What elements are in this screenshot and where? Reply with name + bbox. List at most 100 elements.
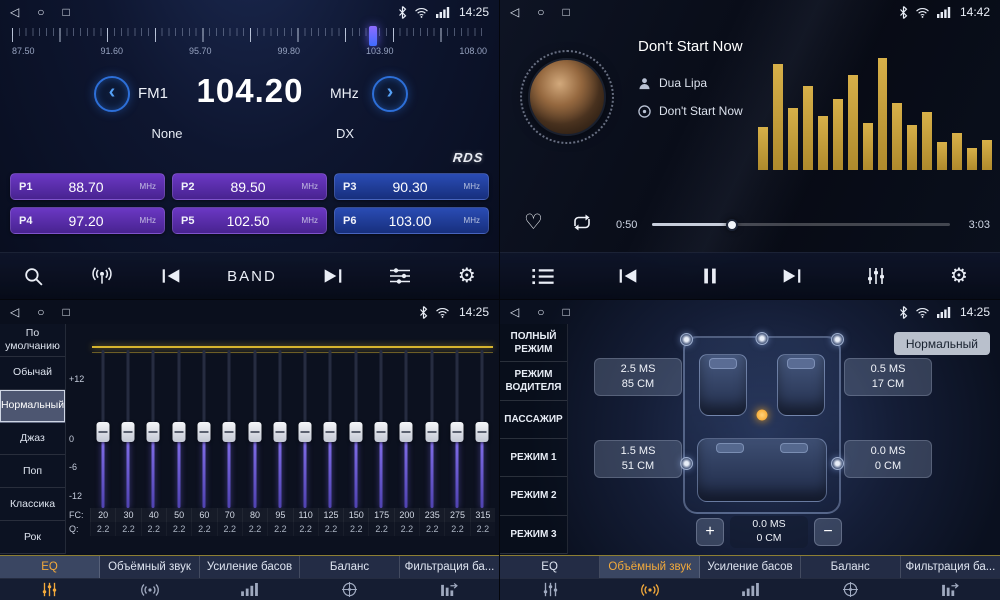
nav-home-icon[interactable]: ○	[37, 0, 44, 24]
eq-preset-item[interactable]: Рок	[0, 521, 65, 554]
slider-knob[interactable]	[476, 422, 489, 442]
listening-mode-item[interactable]: РЕЖИМ 1	[500, 439, 567, 477]
preset-button[interactable]: P5 102.50 MHz	[172, 207, 327, 234]
eq-band-slider[interactable]	[242, 350, 267, 508]
eq-band-slider[interactable]	[470, 350, 495, 508]
nav-recents-icon[interactable]: □	[62, 300, 69, 324]
slider-knob[interactable]	[451, 422, 464, 442]
audio-tab[interactable]: Фильтрация ба...	[400, 556, 499, 578]
eq-band-slider[interactable]	[343, 350, 368, 508]
progress-knob[interactable]	[726, 219, 738, 231]
bass-boost-shortcut-icon[interactable]	[200, 579, 300, 600]
eq-preset-item[interactable]: Джаз	[0, 423, 65, 456]
scan-broadcast-button[interactable]	[90, 267, 114, 285]
audio-tab[interactable]: Фильтрация ба...	[901, 556, 1000, 578]
nav-home-icon[interactable]: ○	[37, 300, 44, 324]
eq-preset-item[interactable]: Поп	[0, 455, 65, 488]
eq-band-slider[interactable]	[90, 350, 115, 508]
nav-back-icon[interactable]: ◁	[510, 0, 519, 24]
pause-button[interactable]	[702, 268, 718, 284]
nav-home-icon[interactable]: ○	[537, 0, 544, 24]
nav-recents-icon[interactable]: □	[562, 0, 569, 24]
nav-recents-icon[interactable]: □	[62, 0, 69, 24]
slider-knob[interactable]	[299, 422, 312, 442]
preset-button[interactable]: P4 97.20 MHz	[10, 207, 165, 234]
previous-station-button[interactable]	[161, 268, 181, 284]
eq-band-slider[interactable]	[191, 350, 216, 508]
eq-preset-item[interactable]: Обычай	[0, 357, 65, 390]
nav-back-icon[interactable]: ◁	[510, 300, 519, 324]
slider-knob[interactable]	[349, 422, 362, 442]
eq-preset-item[interactable]: Нормальный	[0, 390, 65, 423]
delay-rear-left-button[interactable]: 1.5 MS 51 CM	[594, 440, 682, 478]
eq-shortcut-icon[interactable]	[0, 579, 100, 600]
listening-mode-item[interactable]: РЕЖИМ 2	[500, 477, 567, 515]
favorite-button[interactable]: ♡	[524, 210, 543, 235]
audio-tab[interactable]: EQ	[500, 556, 600, 578]
eq-band-slider[interactable]	[394, 350, 419, 508]
nav-recents-icon[interactable]: □	[562, 300, 569, 324]
progress-bar[interactable]	[652, 223, 950, 226]
delay-front-right-button[interactable]: 0.5 MS 17 CM	[844, 358, 932, 396]
nav-home-icon[interactable]: ○	[537, 300, 544, 324]
listening-mode-item[interactable]: РЕЖИМ ВОДИТЕЛЯ	[500, 362, 567, 400]
surround-shortcut-icon[interactable]	[600, 579, 700, 600]
listening-mode-item[interactable]: ПАССАЖИР	[500, 401, 567, 439]
slider-knob[interactable]	[400, 422, 413, 442]
tune-up-button[interactable]: ›	[372, 76, 408, 112]
filter-shortcut-icon[interactable]	[399, 579, 499, 600]
eq-band-slider[interactable]	[419, 350, 444, 508]
audio-tab[interactable]: Усиление басов	[200, 556, 300, 578]
eq-band-slider[interactable]	[293, 350, 318, 508]
next-station-button[interactable]	[323, 268, 343, 284]
audio-tab[interactable]: Объёмный звук	[600, 556, 700, 578]
audio-tab[interactable]: Баланс	[300, 556, 400, 578]
audio-tab[interactable]: Объёмный звук	[100, 556, 200, 578]
slider-knob[interactable]	[197, 422, 210, 442]
audio-tab[interactable]: EQ	[0, 556, 100, 578]
eq-band-slider[interactable]	[217, 350, 242, 508]
playlist-button[interactable]	[532, 268, 554, 285]
preset-button[interactable]: P3 90.30 MHz	[334, 173, 489, 200]
audio-tab[interactable]: Баланс	[801, 556, 901, 578]
preset-button[interactable]: P6 103.00 MHz	[334, 207, 489, 234]
increase-delay-button[interactable]: +	[696, 518, 724, 546]
sound-profile-button[interactable]: Нормальный	[894, 332, 990, 355]
slider-knob[interactable]	[324, 422, 337, 442]
search-button[interactable]	[23, 266, 44, 287]
audio-tab[interactable]: Усиление басов	[700, 556, 800, 578]
slider-knob[interactable]	[96, 422, 109, 442]
slider-knob[interactable]	[248, 422, 261, 442]
nav-back-icon[interactable]: ◁	[10, 0, 19, 24]
slider-knob[interactable]	[425, 422, 438, 442]
eq-band-slider[interactable]	[141, 350, 166, 508]
surround-shortcut-icon[interactable]	[100, 579, 200, 600]
eq-shortcut-icon[interactable]	[500, 579, 600, 600]
settings-button[interactable]: ⚙	[458, 266, 476, 286]
slider-knob[interactable]	[375, 422, 388, 442]
next-track-button[interactable]	[782, 268, 802, 284]
eq-preset-item[interactable]: По умолчанию	[0, 324, 65, 357]
tune-down-button[interactable]: ‹	[94, 76, 130, 112]
slider-knob[interactable]	[147, 422, 160, 442]
repeat-button[interactable]	[570, 214, 594, 231]
slider-knob[interactable]	[273, 422, 286, 442]
band-button[interactable]: BAND	[227, 268, 277, 285]
preset-button[interactable]: P1 88.70 MHz	[10, 173, 165, 200]
filter-shortcut-icon[interactable]	[900, 579, 1000, 600]
slider-knob[interactable]	[172, 422, 185, 442]
eq-band-slider[interactable]	[267, 350, 292, 508]
eq-band-slider[interactable]	[368, 350, 393, 508]
slider-knob[interactable]	[223, 422, 236, 442]
balance-shortcut-icon[interactable]	[299, 579, 399, 600]
preset-button[interactable]: P2 89.50 MHz	[172, 173, 327, 200]
listening-mode-item[interactable]: РЕЖИМ 3	[500, 516, 567, 554]
eq-band-slider[interactable]	[115, 350, 140, 508]
slider-knob[interactable]	[121, 422, 134, 442]
eq-band-slider[interactable]	[166, 350, 191, 508]
balance-shortcut-icon[interactable]	[800, 579, 900, 600]
tuner-scale[interactable]: 87.5091.6095.7099.80103.90108.00	[12, 27, 487, 63]
nav-back-icon[interactable]: ◁	[10, 300, 19, 324]
delay-rear-right-button[interactable]: 0.0 MS 0 CM	[844, 440, 932, 478]
eq-preset-item[interactable]: Классика	[0, 488, 65, 521]
